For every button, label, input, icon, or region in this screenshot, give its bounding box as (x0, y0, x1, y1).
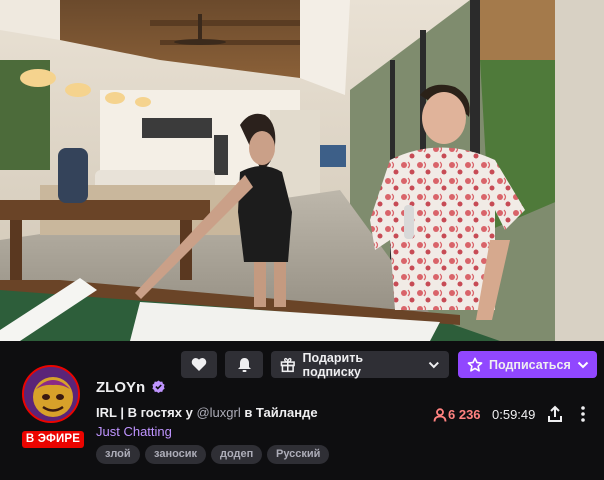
follow-button[interactable] (181, 351, 217, 378)
category-link[interactable]: Just Chatting (96, 424, 172, 439)
tag[interactable]: злой (96, 445, 140, 464)
tag[interactable]: заносик (145, 445, 207, 464)
avatar (22, 365, 80, 423)
notifications-button[interactable] (225, 351, 263, 378)
tag[interactable]: Русский (267, 445, 330, 464)
gift-sub-button[interactable]: Подарить подписку (271, 350, 449, 379)
avatar-image (24, 367, 78, 421)
share-icon[interactable] (546, 405, 564, 423)
gift-icon (280, 357, 295, 372)
stream-title: IRL | В гостях у @luxgrl в Тайланде (96, 405, 318, 420)
channel-name[interactable]: ZLOYn (96, 379, 145, 396)
video-player[interactable] (0, 0, 604, 341)
channel-info-panel: Подарить подписку Подписаться В ЭФИРЕ ZL… (0, 341, 604, 480)
more-vertical-icon[interactable] (576, 405, 590, 423)
verified-icon (152, 380, 165, 393)
tag[interactable]: додеп (211, 445, 263, 464)
chevron-down-icon (577, 361, 589, 368)
heart-icon (191, 358, 207, 371)
star-icon (467, 357, 483, 372)
channel-avatar[interactable]: В ЭФИРЕ (22, 365, 84, 448)
gift-sub-label: Подарить подписку (302, 350, 364, 379)
subscribe-button[interactable]: Подписаться (458, 351, 597, 378)
stream-title-suffix: в Тайланде (240, 405, 318, 420)
person-icon (433, 408, 447, 422)
subscribe-label: Подписаться (489, 357, 571, 372)
stream-title-mention[interactable]: @luxgrl (196, 405, 240, 420)
stream-frame (0, 0, 604, 341)
live-badge: В ЭФИРЕ (22, 431, 84, 448)
viewer-count: 6 236 (448, 407, 481, 422)
stream-uptime: 0:59:49 (492, 407, 536, 422)
chevron-down-icon (429, 361, 440, 368)
stream-title-prefix: IRL | В гостях у (96, 405, 197, 420)
bell-icon (237, 357, 251, 372)
